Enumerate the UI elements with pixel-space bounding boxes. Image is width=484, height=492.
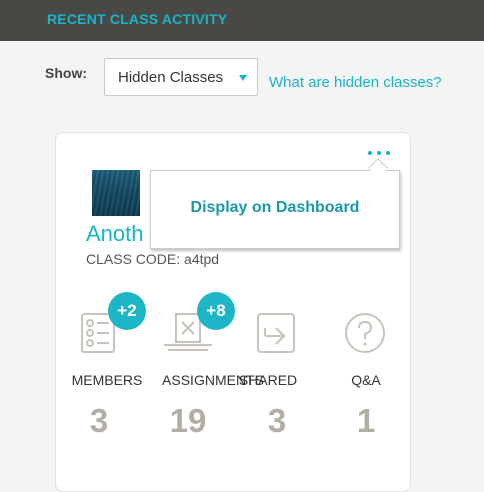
dot-icon xyxy=(377,151,381,155)
shared-icon[interactable] xyxy=(256,312,298,354)
shared-label: SHARED xyxy=(238,372,298,388)
qa-label: Q&A xyxy=(351,372,381,388)
class-filter-dropdown[interactable]: Hidden Classes xyxy=(104,58,258,96)
hidden-classes-help-link[interactable]: What are hidden classes? xyxy=(269,74,442,91)
class-filter-selected-value: Hidden Classes xyxy=(118,69,224,86)
question-answer-icon[interactable] xyxy=(344,312,386,354)
qa-count: 1 xyxy=(356,402,376,439)
section-header: RECENT CLASS ACTIVITY xyxy=(0,0,484,41)
class-thumbnail[interactable] xyxy=(92,170,140,216)
show-label: Show: xyxy=(45,65,87,81)
members-count: 3 xyxy=(89,402,109,439)
assignments-new-badge: +8 xyxy=(197,292,235,330)
card-options-menu: Display on Dashboard xyxy=(150,170,400,249)
assignments-count: 19 xyxy=(169,402,207,439)
class-code: CLASS CODE: a4tpd xyxy=(86,251,220,267)
display-on-dashboard-menu-item[interactable]: Display on Dashboard xyxy=(151,199,399,217)
shared-count: 3 xyxy=(267,402,287,439)
dot-icon xyxy=(386,151,390,155)
dot-icon xyxy=(368,151,372,155)
members-label: MEMBERS xyxy=(71,372,143,388)
caret-down-icon xyxy=(239,75,247,81)
class-name-link[interactable]: Anoth xyxy=(86,221,144,247)
members-new-badge: +2 xyxy=(108,292,146,330)
section-title: RECENT CLASS ACTIVITY xyxy=(47,11,228,27)
